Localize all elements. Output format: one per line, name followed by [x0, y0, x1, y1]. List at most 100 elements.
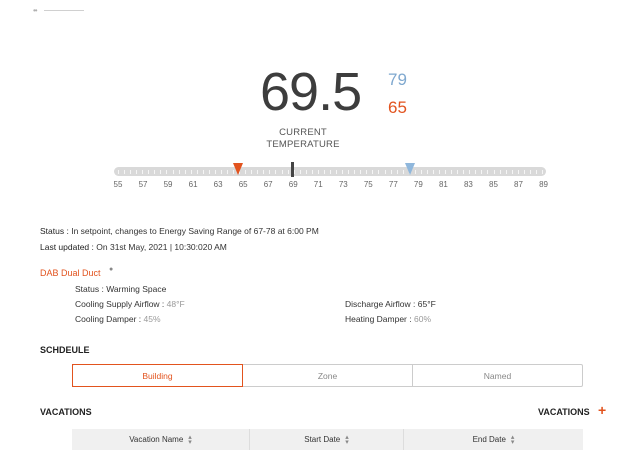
current-temperature-value: 69.5	[260, 62, 362, 122]
last-updated-text: On 31st May, 2021 | 10:30:020 AM	[96, 242, 227, 252]
status-text: In setpoint, changes to Energy Saving Ra…	[71, 226, 319, 236]
slider-tick	[354, 170, 356, 174]
plus-icon[interactable]: +	[598, 403, 606, 417]
slider-tick	[251, 170, 253, 174]
scale-label: 89	[539, 180, 548, 189]
slider-tick	[463, 170, 465, 174]
sort-icon[interactable]: ▴ ▾	[188, 434, 192, 446]
heating-setpoint-handle[interactable]	[233, 163, 243, 175]
column-label: End Date	[472, 435, 506, 444]
last-updated-label: Last updated :	[40, 242, 94, 252]
slider-tick	[154, 170, 156, 174]
scale-label: 81	[438, 180, 448, 189]
status-row: Status : In setpoint, changes to Energy …	[40, 226, 319, 236]
add-vacation-label[interactable]: VACATIONS	[538, 407, 590, 417]
scale-label: 57	[138, 180, 148, 189]
slider-tick	[287, 170, 289, 174]
column-end-date[interactable]: End Date ▴ ▾	[404, 429, 583, 450]
cooling-damper: Cooling Damper : 45%	[75, 314, 161, 324]
heating-setpoint[interactable]: 65	[388, 98, 407, 118]
scale-label: 67	[263, 180, 273, 189]
discharge-label: Discharge Airflow :	[345, 299, 416, 309]
tab-named[interactable]: Named	[413, 365, 582, 386]
tab-building[interactable]: Building	[72, 364, 243, 387]
slider-tick	[499, 170, 501, 174]
slider-tick	[317, 170, 319, 174]
vacations-table-header: Vacation Name ▴ ▾ Start Date ▴ ▾ End Date …	[72, 429, 583, 450]
nav-divider	[44, 10, 84, 11]
slider-tick	[214, 170, 216, 174]
sort-icon[interactable]: ▴ ▾	[345, 434, 349, 446]
scale-label: 63	[213, 180, 223, 189]
scale-label: 87	[514, 180, 523, 189]
slider-scale-labels: 55 57 59 61 63 65 67 69 71 73 75 77 79 81 83 85 87 89	[110, 180, 550, 192]
scale-label: 71	[313, 180, 323, 189]
slider-tick	[118, 170, 119, 174]
scale-label: 73	[338, 180, 348, 189]
cooling-supply-value: 48°F	[166, 299, 185, 309]
scale-label: 83	[463, 180, 473, 189]
slider-tick	[245, 170, 247, 174]
slider-tick	[227, 170, 229, 174]
slider-tick	[517, 170, 519, 174]
column-start-date[interactable]: Start Date ▴ ▾	[250, 429, 404, 450]
last-updated-row: Last updated : On 31st May, 2021 | 10:30…	[40, 242, 227, 252]
vacations-title: VACATIONS	[40, 407, 92, 417]
unit-status: Status : Warming Space	[75, 284, 166, 294]
slider-tick	[166, 170, 168, 174]
discharge-airflow: Discharge Airflow : 65°F	[345, 299, 436, 309]
scale-label: 55	[113, 180, 123, 189]
slider-tick	[402, 170, 404, 174]
slider-tick	[432, 170, 434, 174]
scale-label: 61	[188, 180, 198, 189]
column-vacation-name[interactable]: Vacation Name ▴ ▾	[72, 429, 250, 450]
slider-tick	[366, 170, 368, 174]
slider-tick	[311, 170, 313, 174]
slider-tick	[396, 170, 398, 174]
slider-tick	[190, 170, 192, 174]
tab-zone[interactable]: Zone	[243, 365, 413, 386]
slider-tick	[202, 170, 204, 174]
slider-tick	[426, 170, 428, 174]
sort-icon[interactable]: ▴ ▾	[511, 434, 515, 446]
heating-damper: Heating Damper : 60%	[345, 314, 431, 324]
slider-tick	[360, 170, 362, 174]
slider-tick	[196, 170, 198, 174]
slider-tick	[336, 170, 338, 174]
slider-tick	[487, 170, 489, 174]
cooling-setpoint-handle[interactable]	[405, 163, 415, 175]
discharge-value: 65°F	[417, 299, 436, 309]
slider-tick	[457, 170, 459, 174]
unit-title[interactable]: DAB Dual Duct	[40, 268, 101, 278]
slider-tick	[184, 170, 186, 174]
cooling-setpoint[interactable]: 79	[388, 70, 407, 90]
slider-tick	[420, 170, 422, 174]
slider-tick	[445, 170, 447, 174]
slider-tick	[469, 170, 471, 174]
slider-tick	[263, 170, 265, 174]
heating-damper-label: Heating Damper :	[345, 314, 412, 324]
current-temperature-label: CURRENT TEMPERATURE	[266, 127, 340, 150]
slider-tick	[439, 170, 441, 174]
slider-tick	[481, 170, 483, 174]
column-label: Start Date	[304, 435, 341, 444]
slider-tick	[257, 170, 259, 174]
scale-label: 65	[238, 180, 248, 189]
scale-label: 85	[489, 180, 498, 189]
slider-tick	[323, 170, 325, 174]
slider-tick	[523, 170, 525, 174]
heating-damper-value: 60%	[414, 314, 432, 324]
slider-tick	[208, 170, 210, 174]
slider-tick	[451, 170, 453, 174]
slider-tick	[384, 170, 386, 174]
scale-label: 59	[163, 180, 173, 189]
slider-tick	[130, 170, 132, 174]
info-icon[interactable]: ●	[109, 266, 113, 273]
cooling-supply-label: Cooling Supply Airflow :	[75, 299, 165, 309]
unit-status-label: Status :	[75, 284, 104, 294]
slider-tick	[136, 170, 138, 174]
nav-handle-icon[interactable]: ••	[33, 6, 38, 15]
slider-tick	[535, 170, 537, 174]
slider-tick	[493, 170, 495, 174]
slider-tick	[142, 170, 144, 174]
